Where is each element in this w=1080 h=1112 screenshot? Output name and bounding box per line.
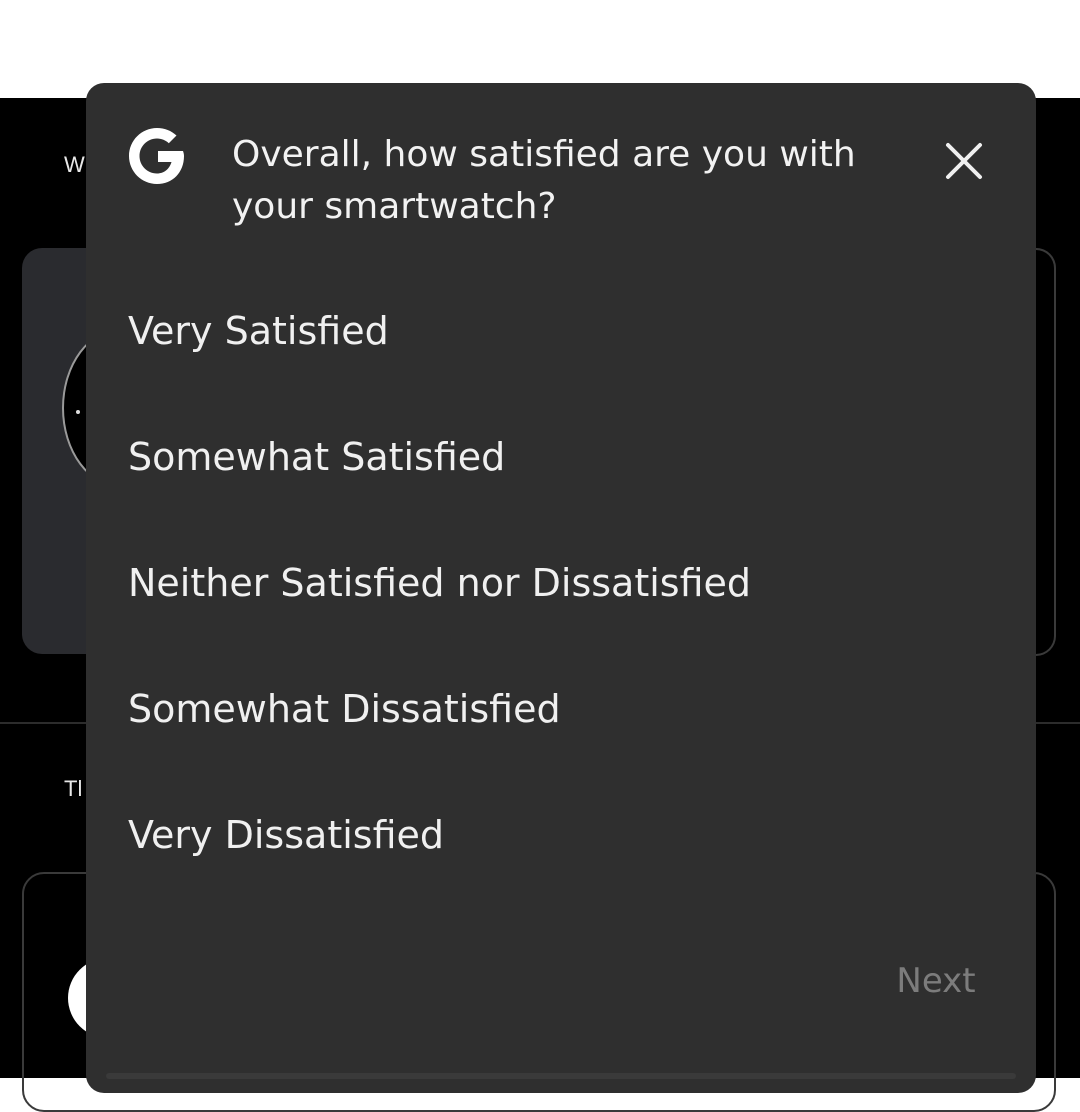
background-section-heading-2: Tl <box>64 776 83 801</box>
google-g-icon <box>129 128 184 184</box>
option-neither[interactable]: Neither Satisfied nor Dissatisfied <box>86 520 1036 646</box>
survey-question: Overall, how satisfied are you with your… <box>232 134 856 227</box>
option-very-dissatisfied[interactable]: Very Dissatisfied <box>86 772 1036 898</box>
close-icon <box>946 143 982 179</box>
answer-options: Very Satisfied Somewhat Satisfied Neithe… <box>86 268 1036 898</box>
option-somewhat-satisfied[interactable]: Somewhat Satisfied <box>86 394 1036 520</box>
dialog-bottom-divider <box>106 1073 1016 1079</box>
watch-face-dot <box>76 410 80 414</box>
survey-header: Overall, how satisfied are you with your… <box>86 83 1036 283</box>
option-somewhat-dissatisfied[interactable]: Somewhat Dissatisfied <box>86 646 1036 772</box>
option-very-satisfied[interactable]: Very Satisfied <box>86 268 1036 394</box>
satisfaction-survey-dialog: Overall, how satisfied are you with your… <box>86 83 1036 1093</box>
background-section-heading: W <box>64 152 85 177</box>
next-button[interactable]: Next <box>876 955 996 1007</box>
close-button[interactable] <box>936 133 992 189</box>
